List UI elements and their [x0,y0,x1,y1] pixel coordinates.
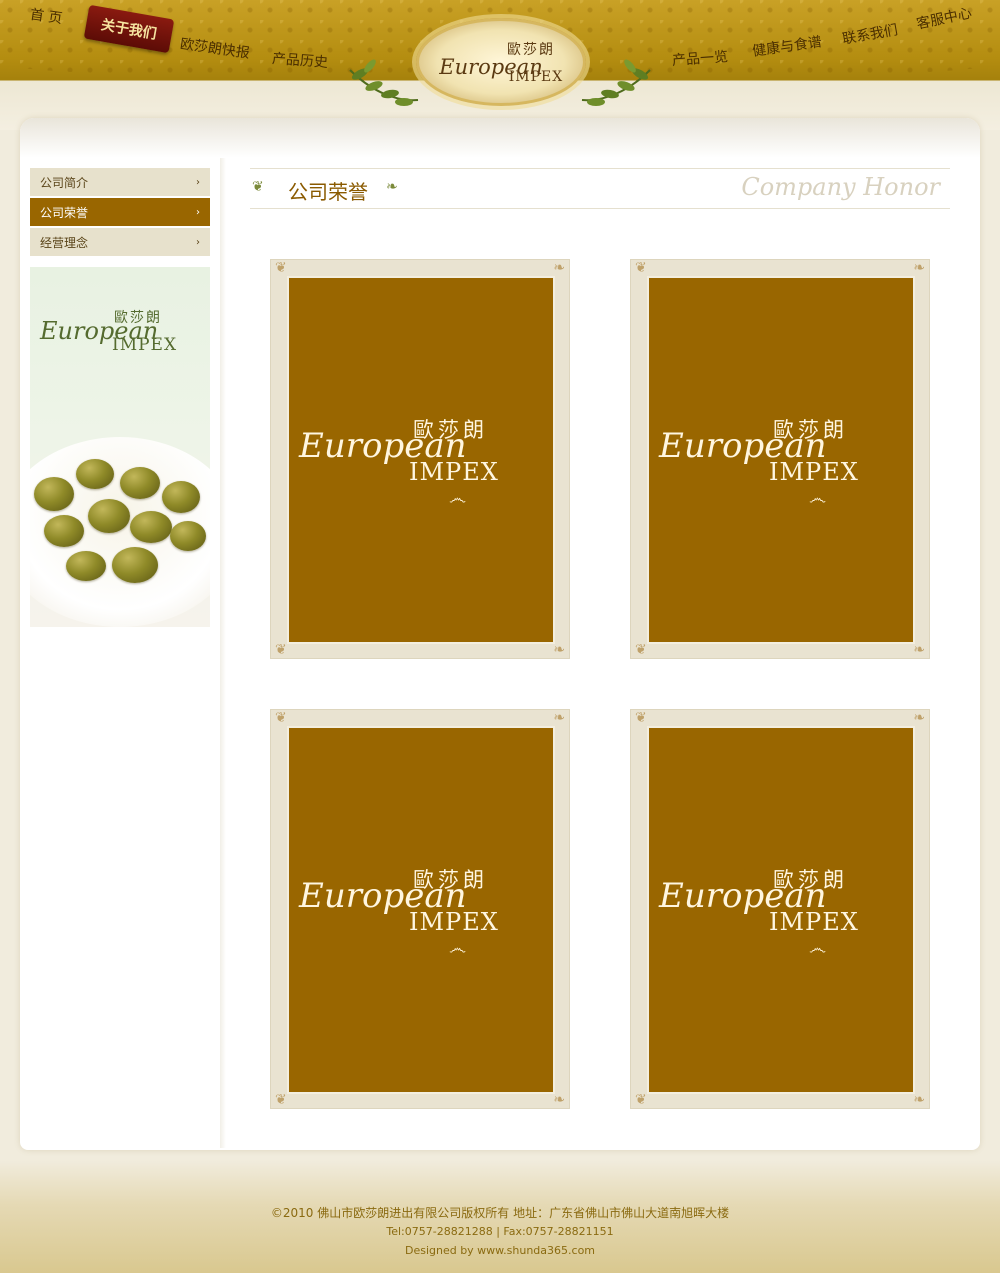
sidebar-item-company-honor[interactable]: 公司荣誉 › [30,198,210,226]
olive-image [120,467,160,499]
flourish-icon: ❧ [913,260,925,276]
chevron-right-icon: › [196,236,200,248]
flourish-icon: ❧ [553,642,565,658]
swirl-icon: ෴ [449,938,467,959]
sidebar-item-label: 经营理念 [40,235,89,250]
swirl-icon: ෴ [809,938,827,959]
flourish-icon: ❧ [913,642,925,658]
honor-certificate[interactable]: ❦ ❧ ❦ ❧ 歐莎朗 European IMPEX ෴ [630,259,930,659]
certificate-logo-impex: IMPEX [769,908,859,936]
footer: ©2010 佛山市欧莎朗进出有限公司版权所有 地址：广东省佛山市佛山大道南旭晖大… [0,1160,1000,1273]
certificate-logo-impex: IMPEX [769,458,859,486]
logo-impex: IMPEX [508,69,564,85]
olive-image [44,515,84,547]
flourish-icon: ❦ [275,1092,287,1108]
sidebar-item-label: 公司简介 [40,175,89,190]
nav-products[interactable]: 产品一览 [671,46,729,70]
laurel-left-icon [349,59,419,106]
flourish-icon: ❧ [913,710,925,726]
leaf-ornament-icon: ❦ [252,179,264,195]
chevron-right-icon: › [196,176,200,188]
flourish-icon: ❧ [913,1092,925,1108]
certificate-image: 歐莎朗 European IMPEX ෴ [647,726,915,1094]
olive-image [162,481,200,513]
laurel-right-icon [581,59,651,106]
flourish-icon: ❦ [635,710,647,726]
footer-designed-by[interactable]: Designed by www.shunda365.com [0,1244,1000,1257]
flourish-icon: ❦ [635,642,647,658]
certificate-image: 歐莎朗 European IMPEX ෴ [287,726,555,1094]
page-title: 公司荣誉 [288,180,368,204]
flourish-icon: ❧ [553,1092,565,1108]
footer-copyright: ©2010 佛山市欧莎朗进出有限公司版权所有 地址：广东省佛山市佛山大道南旭晖大… [270,1206,730,1220]
olive-image [170,521,206,551]
olive-image [112,547,158,583]
olive-image [66,551,106,581]
sidebar-item-company-intro[interactable]: 公司简介 › [30,168,210,196]
nav-history[interactable]: 产品历史 [271,48,328,72]
nav-home[interactable]: 首 页 [29,4,64,28]
flourish-icon: ❦ [635,260,647,276]
main-card: 公司简介 › 公司荣誉 › 经营理念 › 歐莎朗 European IMPEX … [20,118,980,1150]
section-title-bar: ❦ 公司荣誉 ❧ Company Honor [250,168,950,209]
chevron-right-icon: › [196,206,200,218]
leaf-ornament-icon: ❧ [386,179,398,195]
flourish-icon: ❦ [275,260,287,276]
honor-certificate[interactable]: ❦ ❧ ❦ ❧ 歐莎朗 European IMPEX ෴ [630,709,930,1109]
sidebar-item-label: 公司荣誉 [40,205,89,220]
olive-image [76,459,114,489]
flourish-icon: ❦ [635,1092,647,1108]
page-title-en: Company Honor [741,173,940,201]
honor-certificate[interactable]: ❦ ❧ ❦ ❧ 歐莎朗 European IMPEX ෴ [270,709,570,1109]
certificate-logo-impex: IMPEX [409,458,499,486]
flourish-icon: ❦ [275,642,287,658]
header: 首 页 关于我们 欧莎朗快报 产品历史 歐莎朗 European IMPEX 产… [0,0,1000,130]
flourish-icon: ❧ [553,710,565,726]
certificate-image: 歐莎朗 European IMPEX ෴ [287,276,555,644]
olive-image [130,511,172,543]
card-top-fade [20,118,980,158]
certificate-image: 歐莎朗 European IMPEX ෴ [647,276,915,644]
flourish-icon: ❧ [553,260,565,276]
flourish-icon: ❦ [275,710,287,726]
sidebar-divider [220,158,226,1148]
sidebar-item-business-philosophy[interactable]: 经营理念 › [30,228,210,256]
sidebar-banner: 歐莎朗 European IMPEX [30,267,210,627]
olive-image [88,499,130,533]
banner-logo-impex: IMPEX [112,335,178,355]
olive-image [34,477,74,511]
footer-contact: Tel:0757-28821288 | Fax:0757-28821151 [386,1225,614,1238]
honor-certificate[interactable]: ❦ ❧ ❦ ❧ 歐莎朗 European IMPEX ෴ [270,259,570,659]
swirl-icon: ෴ [809,488,827,509]
swirl-icon: ෴ [449,488,467,509]
brand-logo[interactable]: 歐莎朗 European IMPEX [416,18,586,106]
certificate-logo-impex: IMPEX [409,908,499,936]
